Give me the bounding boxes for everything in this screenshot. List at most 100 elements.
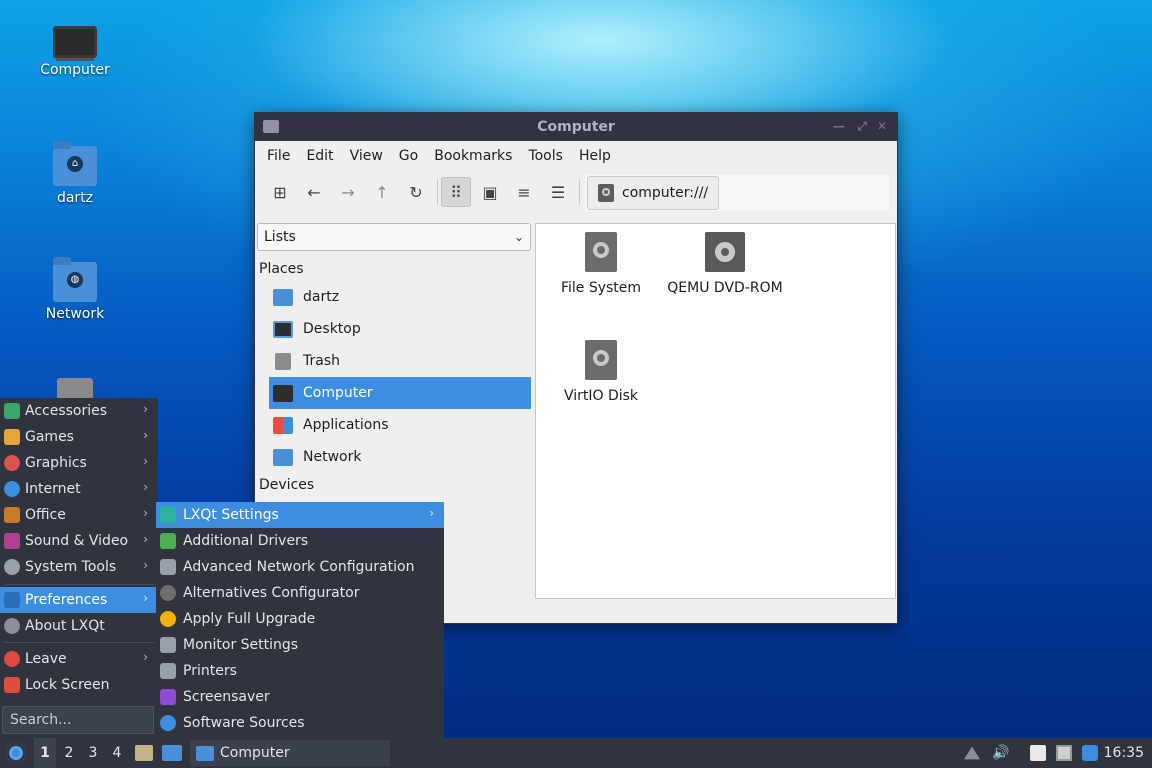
menu-go[interactable]: Go — [391, 144, 426, 168]
menu-sound-video[interactable]: Sound & Video › — [0, 528, 158, 554]
desktop-switch-4[interactable]: 4 — [106, 738, 128, 768]
thumbnail-view-icon[interactable]: ▣ — [475, 177, 505, 207]
submenu-apply-full-upgrade[interactable]: Apply Full Upgrade — [156, 606, 444, 632]
network-monitor-icon — [160, 559, 176, 575]
close-icon[interactable]: ✕ — [877, 119, 887, 133]
menu-graphics[interactable]: Graphics › — [0, 450, 158, 476]
submenu-screensaver[interactable]: Screensaver — [156, 684, 444, 710]
file-item-dvd[interactable]: QEMU DVD-ROM — [660, 232, 790, 296]
office-icon — [4, 507, 20, 523]
menu-preferences[interactable]: Preferences › — [0, 587, 158, 613]
file-manager-icon — [135, 745, 153, 761]
submenu-monitor-settings[interactable]: Monitor Settings — [156, 632, 444, 658]
place-desktop[interactable]: Desktop — [269, 313, 531, 345]
desktop-icon-label: Network — [45, 306, 105, 322]
start-menu-button[interactable] — [4, 738, 28, 768]
submenu-alternatives-configurator[interactable]: Alternatives Configurator — [156, 580, 444, 606]
submenu-lxqt-settings[interactable]: LXQt Settings › — [156, 502, 444, 528]
menu-help[interactable]: Help — [571, 144, 619, 168]
file-view[interactable]: File System QEMU DVD-ROM VirtIO Disk — [535, 223, 896, 599]
desktop-icon-label: Computer — [40, 62, 110, 78]
menu-system-tools[interactable]: System Tools › — [0, 554, 158, 580]
desktop-icon-home[interactable]: ⌂ dartz — [20, 141, 130, 206]
harddisk-icon — [585, 232, 617, 272]
file-item-filesystem[interactable]: File System — [536, 232, 666, 296]
menu-accessories[interactable]: Accessories › — [0, 398, 158, 424]
clock[interactable]: 16:35 — [1104, 738, 1144, 768]
menubar: File Edit View Go Bookmarks Tools Help — [255, 141, 897, 171]
submenu-additional-drivers[interactable]: Additional Drivers — [156, 528, 444, 554]
minimize-icon[interactable]: — — [833, 119, 845, 133]
printer-icon — [160, 663, 176, 679]
menu-about[interactable]: About LXQt — [0, 613, 158, 639]
menu-item-label: Games — [25, 429, 74, 445]
quicklaunch-show-desktop[interactable] — [160, 738, 184, 768]
file-label: File System — [560, 280, 642, 296]
up-icon[interactable]: ↑ — [367, 177, 397, 207]
desktop-switch-2[interactable]: 2 — [58, 738, 80, 768]
back-icon[interactable]: ← — [299, 177, 329, 207]
new-tab-icon[interactable]: ⊞ — [265, 177, 295, 207]
applications-icon — [273, 416, 293, 434]
chevron-right-icon: › — [143, 428, 148, 442]
trash-icon — [57, 378, 93, 400]
desktop-switch-3[interactable]: 3 — [82, 738, 104, 768]
detailed-list-view-icon[interactable]: ☰ — [543, 177, 573, 207]
menu-lock-screen[interactable]: Lock Screen — [0, 672, 158, 698]
menu-file[interactable]: File — [259, 144, 298, 168]
icon-view-icon[interactable]: ⠿ — [441, 177, 471, 207]
quicklaunch-file-manager[interactable] — [132, 738, 156, 768]
menu-internet[interactable]: Internet › — [0, 476, 158, 502]
chevron-right-icon: › — [143, 591, 148, 605]
place-dartz[interactable]: dartz — [269, 281, 531, 313]
upgrade-icon — [160, 611, 176, 627]
place-applications[interactable]: Applications — [269, 409, 531, 441]
tray-arrow-up-icon[interactable] — [964, 746, 980, 760]
menu-item-label: About LXQt — [25, 618, 105, 634]
submenu-network-configuration[interactable]: Advanced Network Configuration — [156, 554, 444, 580]
forward-icon[interactable]: → — [333, 177, 363, 207]
menu-office[interactable]: Office › — [0, 502, 158, 528]
place-label: Computer — [303, 385, 373, 401]
reload-icon[interactable]: ↻ — [401, 177, 431, 207]
compact-view-icon[interactable]: ≡ — [509, 177, 539, 207]
menu-item-label: System Tools — [25, 559, 117, 575]
window-titlebar[interactable]: Computer — ⤢ ✕ — [255, 113, 897, 141]
menu-item-label: Sound & Video — [25, 533, 129, 549]
menu-bookmarks[interactable]: Bookmarks — [426, 144, 520, 168]
submenu-printers[interactable]: Printers — [156, 658, 444, 684]
task-label: Computer — [220, 745, 290, 761]
folder-icon — [196, 745, 214, 761]
place-label: Applications — [303, 417, 389, 433]
path-button-computer[interactable]: computer:/// — [587, 176, 719, 210]
menu-edit[interactable]: Edit — [298, 144, 341, 168]
games-icon — [4, 429, 20, 445]
clipboard-icon[interactable] — [1030, 745, 1046, 761]
info-icon — [4, 618, 20, 634]
maximize-icon[interactable]: ⤢ — [857, 119, 867, 134]
chevron-right-icon: › — [429, 506, 434, 520]
desktop-icon-network[interactable]: ◍ Network — [20, 257, 130, 322]
place-computer[interactable]: Computer — [269, 377, 531, 409]
network-status-icon[interactable] — [1056, 745, 1072, 761]
desktop-icon-computer[interactable]: Computer — [20, 22, 130, 78]
menu-games[interactable]: Games › — [0, 424, 158, 450]
taskbar-window-computer[interactable]: Computer — [190, 740, 390, 766]
chevron-right-icon: › — [143, 506, 148, 520]
place-trash[interactable]: Trash — [269, 345, 531, 377]
menu-tools[interactable]: Tools — [520, 144, 571, 168]
menu-search-input[interactable]: Search... — [2, 706, 154, 734]
submenu-item-label: LXQt Settings — [183, 507, 279, 523]
file-item-virtio[interactable]: VirtIO Disk — [536, 340, 666, 404]
volume-icon[interactable]: 🔊 — [992, 745, 1009, 761]
desktop-switch-1[interactable]: 1 — [34, 738, 56, 768]
submenu-software-sources[interactable]: Software Sources — [156, 710, 444, 736]
file-label: VirtIO Disk — [563, 388, 639, 404]
place-network[interactable]: Network — [269, 441, 531, 473]
menu-leave[interactable]: Leave › — [0, 646, 158, 672]
graphics-icon — [4, 455, 20, 471]
update-notifier-icon[interactable] — [1082, 745, 1098, 761]
submenu-item-label: Software Sources — [183, 715, 305, 731]
menu-view[interactable]: View — [342, 144, 391, 168]
side-pane-mode-select[interactable]: Lists ⌄ — [257, 223, 531, 251]
